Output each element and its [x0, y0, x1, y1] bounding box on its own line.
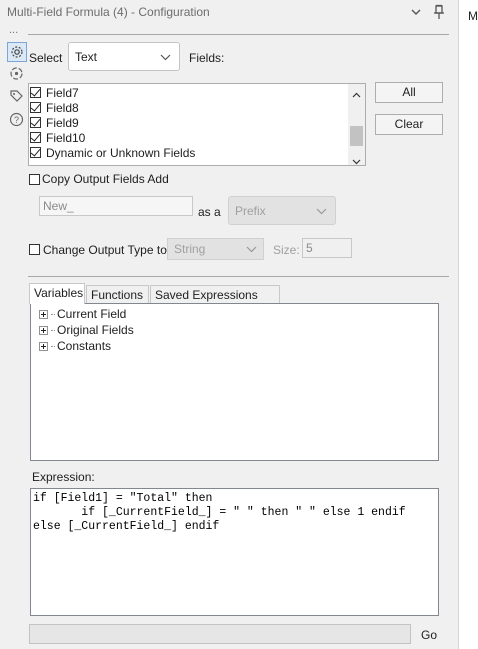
- expression-editor[interactable]: if [Field1] = "Total" then if [_CurrentF…: [30, 488, 439, 616]
- tag-icon[interactable]: [8, 88, 24, 104]
- output-type-dropdown[interactable]: String: [167, 238, 264, 260]
- clear-button[interactable]: Clear: [375, 114, 443, 135]
- go-button[interactable]: Go: [421, 628, 437, 642]
- variables-tree: Current Field Original Fields Constants: [30, 303, 439, 461]
- tree-node-label: Original Fields: [57, 323, 134, 337]
- field-list-item[interactable]: Field7: [30, 85, 79, 100]
- copy-output-checkbox[interactable]: [29, 174, 40, 185]
- field-checkbox[interactable]: [30, 117, 41, 128]
- tree-node[interactable]: Current Field: [39, 307, 126, 321]
- chevron-down-icon[interactable]: [410, 6, 422, 20]
- copy-output-label: Copy Output Fields Add: [42, 172, 169, 186]
- expand-icon[interactable]: [39, 341, 48, 351]
- tree-connector: [51, 313, 55, 315]
- chevron-down-icon: [316, 204, 327, 218]
- section-divider: [28, 276, 449, 277]
- size-input[interactable]: 5: [302, 238, 352, 258]
- fields-label: Fields:: [189, 51, 225, 65]
- fields-scrollbar[interactable]: [348, 84, 365, 165]
- prefix-name-input[interactable]: New_: [39, 196, 193, 216]
- configuration-panel: Multi-Field Formula (4) - Configuration …: [0, 0, 458, 649]
- expand-icon[interactable]: [39, 325, 48, 335]
- tab-functions[interactable]: Functions: [86, 285, 149, 304]
- change-type-checkbox[interactable]: [29, 244, 40, 255]
- as-a-label: as a: [198, 205, 221, 219]
- chevron-down-icon: [160, 50, 171, 64]
- title-divider: [28, 34, 449, 35]
- field-type-dropdown[interactable]: Text: [68, 42, 180, 71]
- field-label: Field8: [46, 100, 79, 115]
- tree-node-label: Constants: [57, 339, 112, 353]
- chevron-down-icon: [246, 242, 257, 256]
- fields-list[interactable]: Field7 Field8 Field9 Field10 Dynamic or Unkn…: [28, 83, 366, 166]
- field-checkbox[interactable]: [30, 132, 41, 143]
- window-title: Multi-Field Formula (4) - Configuration: [7, 5, 210, 19]
- field-list-item[interactable]: Field9: [30, 115, 79, 130]
- tree-connector: [51, 329, 55, 331]
- pin-icon[interactable]: [432, 4, 446, 23]
- field-checkbox[interactable]: [30, 147, 41, 158]
- field-label: Field7: [46, 85, 79, 100]
- prefix-suffix-dropdown[interactable]: Prefix: [228, 196, 336, 225]
- field-list-item[interactable]: Field10: [30, 130, 85, 145]
- tree-node[interactable]: Original Fields: [39, 323, 134, 337]
- more-dots[interactable]: ...: [9, 25, 18, 36]
- settings-icon[interactable]: [7, 42, 27, 62]
- tree-connector: [51, 345, 55, 347]
- right-strip-text: M: [468, 9, 478, 23]
- scroll-down-icon[interactable]: [352, 154, 361, 165]
- tree-node-label: Current Field: [57, 307, 127, 321]
- field-type-value: Text: [75, 49, 98, 64]
- right-canvas-strip: M: [458, 0, 478, 649]
- tab-variables[interactable]: Variables: [29, 283, 85, 304]
- field-label: Field10: [46, 130, 86, 145]
- tab-saved-expressions[interactable]: Saved Expressions: [150, 285, 280, 304]
- connection-icon[interactable]: [8, 65, 24, 81]
- tree-node[interactable]: Constants: [39, 339, 111, 353]
- title-bar: Multi-Field Formula (4) - Configuration: [0, 0, 458, 26]
- change-type-label: Change Output Type to: [43, 243, 167, 257]
- prefix-suffix-value: Prefix: [235, 203, 266, 218]
- scroll-thumb[interactable]: [350, 126, 363, 146]
- size-label: Size:: [273, 243, 300, 257]
- scroll-up-icon[interactable]: [352, 87, 361, 101]
- field-checkbox[interactable]: [30, 102, 41, 113]
- field-label: Field9: [46, 115, 79, 130]
- field-label: Dynamic or Unknown Fields: [46, 145, 196, 160]
- svg-text:?: ?: [13, 115, 18, 125]
- field-list-item[interactable]: Dynamic or Unknown Fields: [30, 145, 195, 160]
- select-label: Select: [29, 51, 63, 65]
- help-icon[interactable]: ?: [8, 111, 24, 127]
- output-type-value: String: [174, 242, 206, 256]
- field-checkbox[interactable]: [30, 87, 41, 98]
- expand-icon[interactable]: [39, 309, 48, 319]
- expression-status: [29, 624, 411, 644]
- expression-label: Expression:: [32, 470, 95, 484]
- all-button[interactable]: All: [375, 82, 443, 103]
- field-list-item[interactable]: Field8: [30, 100, 79, 115]
